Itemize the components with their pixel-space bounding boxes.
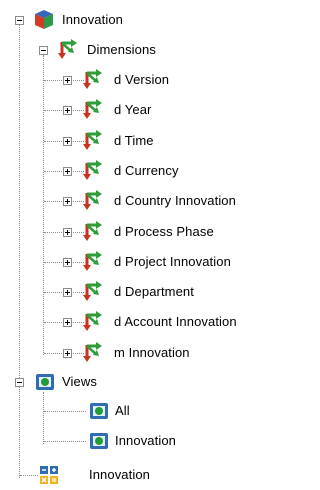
- tree-guide-dimensions: [43, 55, 44, 355]
- dimension-item-label[interactable]: d Currency: [114, 163, 179, 179]
- view-icon: [89, 401, 109, 424]
- dimension-icon: [82, 250, 104, 275]
- dimension-item-label[interactable]: d Time: [114, 133, 154, 149]
- expand-toggle[interactable]: [63, 318, 72, 327]
- root-cube-label[interactable]: Innovation: [62, 12, 123, 28]
- dimension-item-label[interactable]: d Account Innovation: [114, 314, 237, 330]
- cube-tree: Innovation Dimensions d Version d Year d T…: [0, 0, 258, 490]
- dimension-icon: [82, 220, 104, 245]
- expand-toggle[interactable]: [63, 288, 72, 297]
- views-folder-label[interactable]: Views: [62, 374, 97, 390]
- view-icon: [89, 431, 109, 454]
- collapse-toggle-views[interactable]: [15, 378, 24, 387]
- dimension-icon: [82, 341, 104, 366]
- dimension-item-label[interactable]: d Year: [114, 102, 151, 118]
- dimensions-folder-label[interactable]: Dimensions: [87, 42, 156, 58]
- dimension-item-label[interactable]: d Version: [114, 72, 169, 88]
- cube-icon: [33, 8, 55, 33]
- calculation-item-label[interactable]: Innovation: [89, 467, 150, 483]
- expand-toggle[interactable]: [63, 137, 72, 146]
- views-icon: [35, 372, 55, 395]
- expand-toggle[interactable]: [63, 228, 72, 237]
- dimension-icon: [82, 310, 104, 335]
- tree-connector-view-all: [44, 411, 86, 412]
- dimension-icon: [57, 38, 79, 63]
- dimension-icon: [82, 280, 104, 305]
- dimension-icon: [82, 129, 104, 154]
- view-item-innovation[interactable]: Innovation: [115, 433, 176, 449]
- dimension-item-label[interactable]: d Country Innovation: [114, 193, 236, 209]
- collapse-toggle-dimensions[interactable]: [39, 46, 48, 55]
- dimension-item-label[interactable]: d Process Phase: [114, 224, 214, 240]
- dimension-item-label[interactable]: d Project Innovation: [114, 254, 231, 270]
- collapse-toggle-root[interactable]: [15, 16, 24, 25]
- tree-connector-calc: [20, 475, 38, 476]
- view-item-all[interactable]: All: [115, 403, 130, 419]
- expand-toggle[interactable]: [63, 106, 72, 115]
- expand-toggle[interactable]: [63, 76, 72, 85]
- tree-guide-root: [19, 25, 20, 478]
- dimension-item-label[interactable]: m Innovation: [114, 345, 190, 361]
- tree-connector-view-innovation: [44, 441, 86, 442]
- tree-guide-views: [43, 392, 44, 444]
- dimension-icon: [82, 189, 104, 214]
- expand-toggle[interactable]: [63, 197, 72, 206]
- dimension-icon: [82, 68, 104, 93]
- dimension-item-label[interactable]: d Department: [114, 284, 194, 300]
- expand-toggle[interactable]: [63, 167, 72, 176]
- calculator-icon: [39, 465, 59, 488]
- dimension-icon: [82, 159, 104, 184]
- expand-toggle[interactable]: [63, 258, 72, 267]
- dimension-icon: [82, 98, 104, 123]
- expand-toggle[interactable]: [63, 349, 72, 358]
